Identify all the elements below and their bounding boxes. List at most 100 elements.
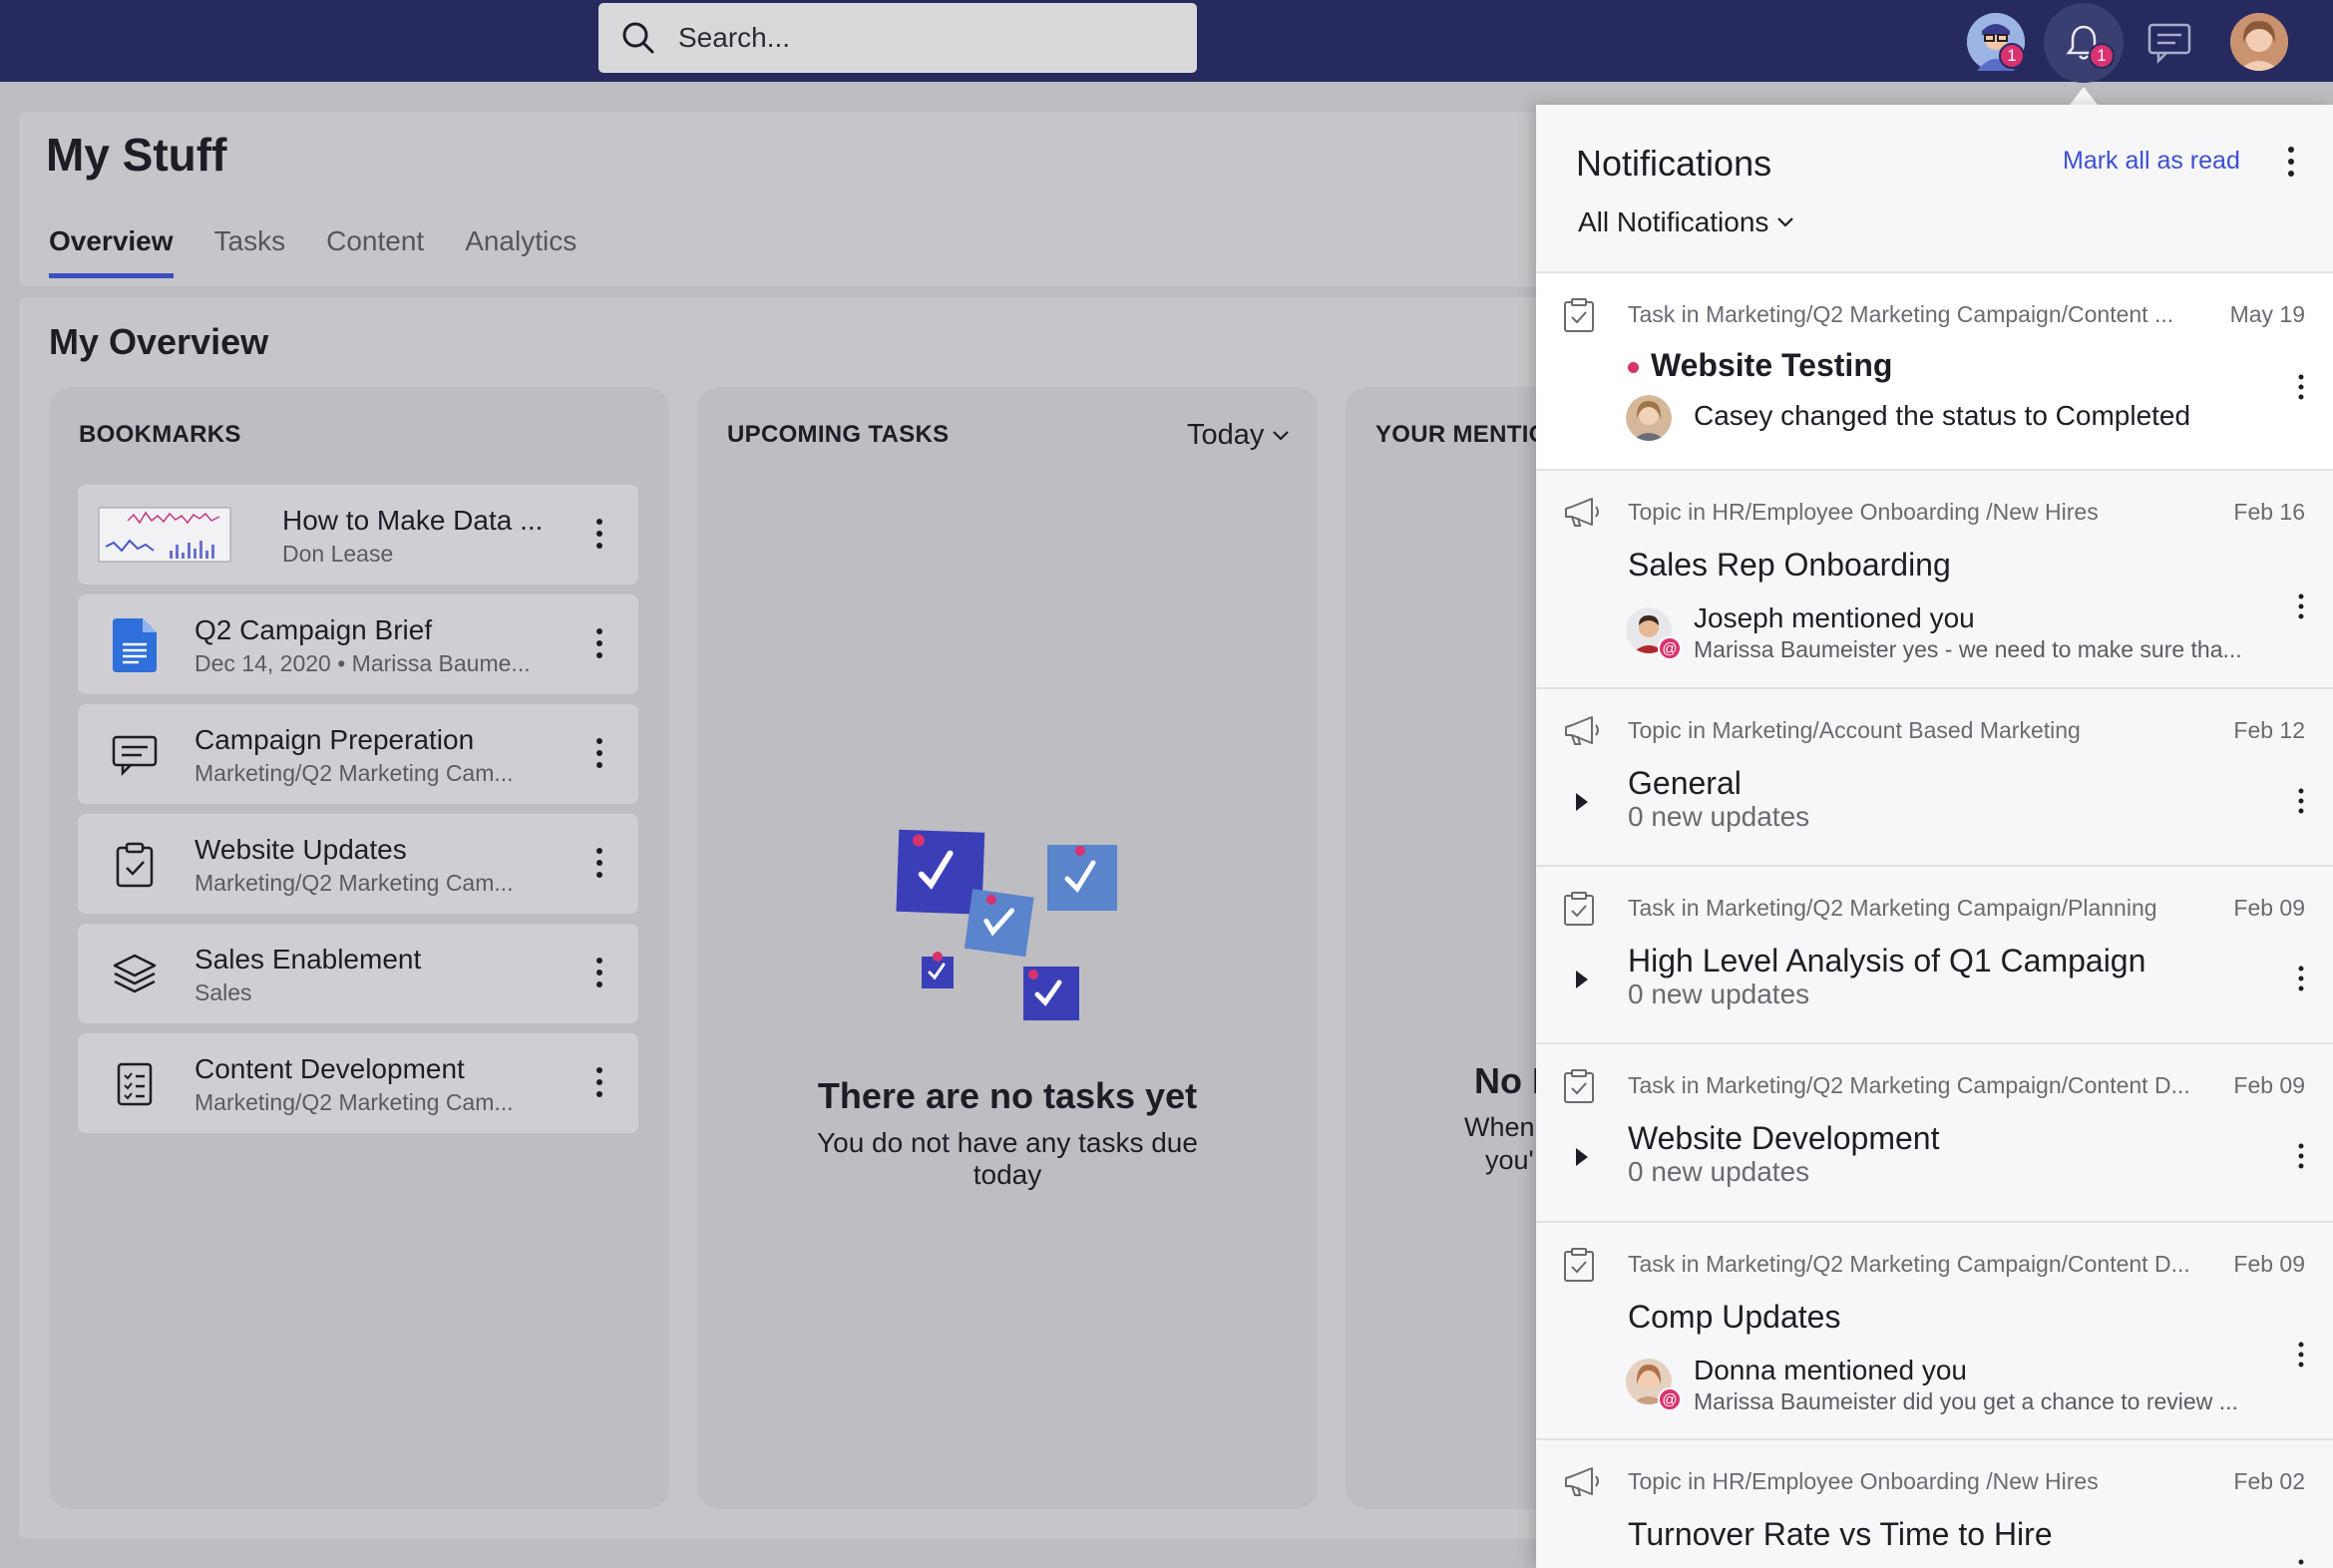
chart-thumbnail-icon bbox=[98, 507, 231, 563]
search-box[interactable]: Search... bbox=[598, 3, 1197, 73]
mentions-empty-title: No I bbox=[1474, 1060, 1542, 1101]
notification-title: General bbox=[1628, 765, 1742, 801]
more-vertical-icon[interactable] bbox=[2297, 1341, 2305, 1369]
mark-all-read-link[interactable]: Mark all as read bbox=[2063, 147, 2240, 176]
messages-icon[interactable] bbox=[2146, 20, 2192, 66]
upcoming-tasks-title: UPCOMING TASKS bbox=[727, 421, 950, 448]
tab-overview[interactable]: Overview bbox=[49, 225, 174, 278]
bookmark-title: Q2 Campaign Brief bbox=[194, 614, 433, 645]
tasks-empty-subtitle: You do not have any tasks due today bbox=[817, 1127, 1198, 1190]
bookmark-title: Website Updates bbox=[194, 834, 407, 865]
notification-path: Task in Marketing/Q2 Marketing Campaign/… bbox=[1628, 301, 2174, 327]
notification-title: Sales Rep Onboarding bbox=[1628, 547, 1951, 583]
more-vertical-icon[interactable] bbox=[594, 626, 604, 660]
bell-badge: 1 bbox=[2089, 43, 2115, 69]
page-tabs: Overview Tasks Content Analytics bbox=[49, 225, 617, 278]
tab-analytics[interactable]: Analytics bbox=[465, 225, 577, 257]
clipboard-check-icon bbox=[110, 840, 160, 890]
megaphone-icon bbox=[1565, 498, 1599, 527]
tasks-filter-dropdown[interactable]: Today bbox=[1187, 419, 1290, 452]
notification-detail: Joseph mentioned you bbox=[1694, 602, 1975, 633]
layers-icon bbox=[110, 950, 160, 999]
notification-date: Feb 09 bbox=[2233, 1251, 2305, 1277]
notification-path: Topic in HR/Employee Onboarding /New Hir… bbox=[1628, 1468, 2099, 1494]
bookmark-item[interactable]: Content Development Marketing/Q2 Marketi… bbox=[78, 1033, 638, 1133]
tasks-filter-label: Today bbox=[1187, 419, 1265, 451]
expand-arrow-icon[interactable] bbox=[1576, 793, 1588, 811]
bookmark-subtitle: Don Lease bbox=[282, 541, 394, 567]
notification-item[interactable]: Task in Marketing/Q2 Marketing Campaign/… bbox=[1536, 1042, 2333, 1221]
bookmark-title: Campaign Preperation bbox=[194, 724, 475, 755]
notification-date: Feb 09 bbox=[2233, 895, 2305, 921]
notification-updates: 0 new updates bbox=[1628, 1156, 1810, 1187]
notification-date: Feb 02 bbox=[2233, 1468, 2305, 1494]
more-vertical-icon[interactable] bbox=[594, 956, 604, 989]
notification-date: May 19 bbox=[2229, 301, 2305, 327]
task-icon bbox=[1564, 892, 1594, 926]
bookmark-subtitle: Marketing/Q2 Marketing Cam... bbox=[194, 1089, 514, 1115]
page-header bbox=[19, 112, 1575, 286]
notification-item[interactable]: Task in Marketing/Q2 Marketing Campaign/… bbox=[1536, 865, 2333, 1042]
notifications-button[interactable]: 1 bbox=[2044, 3, 2124, 83]
more-vertical-icon[interactable] bbox=[2297, 1558, 2305, 1568]
notification-updates: 0 new updates bbox=[1628, 801, 1810, 832]
bookmark-title: Content Development bbox=[194, 1053, 465, 1084]
notifications-filter-dropdown[interactable]: All Notifications bbox=[1578, 206, 1794, 238]
notification-item[interactable]: Topic in HR/Employee Onboarding /New Hir… bbox=[1536, 1438, 2333, 1568]
more-vertical-icon[interactable] bbox=[2297, 965, 2305, 992]
notifications-title: Notifications bbox=[1576, 143, 1772, 184]
mentions-empty-line2: you' bbox=[1485, 1145, 1534, 1175]
notification-date: Feb 09 bbox=[2233, 1072, 2305, 1098]
notification-date: Feb 16 bbox=[2233, 499, 2305, 525]
chevron-down-icon bbox=[1273, 430, 1290, 441]
bookmark-item[interactable]: Website Updates Marketing/Q2 Marketing C… bbox=[78, 814, 638, 914]
checklist-icon bbox=[110, 1059, 160, 1109]
notification-updates: 0 new updates bbox=[1628, 979, 1810, 1009]
more-vertical-icon[interactable] bbox=[2297, 1142, 2305, 1170]
notification-item[interactable]: Topic in HR/Employee Onboarding /New Hir… bbox=[1536, 469, 2333, 687]
notification-item[interactable]: Task in Marketing/Q2 Marketing Campaign/… bbox=[1536, 271, 2333, 469]
search-icon bbox=[622, 22, 654, 54]
top-bar: Search... 1 1 bbox=[0, 0, 2333, 83]
notifications-panel: Notifications Mark all as read All Notif… bbox=[1536, 105, 2333, 1568]
notification-detail: Casey changed the status to Completed bbox=[1694, 400, 2191, 431]
more-vertical-icon[interactable] bbox=[594, 846, 604, 880]
megaphone-icon bbox=[1565, 716, 1599, 745]
notifications-filter-label: All Notifications bbox=[1578, 206, 1769, 237]
more-vertical-icon[interactable] bbox=[2297, 373, 2305, 401]
more-vertical-icon[interactable] bbox=[594, 517, 604, 551]
bookmark-item[interactable]: Sales Enablement Sales bbox=[78, 924, 638, 1023]
notification-item[interactable]: Topic in Marketing/Account Based Marketi… bbox=[1536, 687, 2333, 865]
expand-arrow-icon[interactable] bbox=[1576, 971, 1588, 988]
sticky-notes-illustration bbox=[896, 829, 1117, 1020]
bookmark-item[interactable]: Q2 Campaign Brief Dec 14, 2020 • Marissa… bbox=[78, 594, 638, 694]
more-vertical-icon[interactable] bbox=[2286, 145, 2296, 179]
more-vertical-icon[interactable] bbox=[2297, 592, 2305, 620]
more-vertical-icon[interactable] bbox=[594, 1065, 604, 1099]
more-vertical-icon[interactable] bbox=[2297, 787, 2305, 815]
expand-arrow-icon[interactable] bbox=[1576, 1148, 1588, 1166]
bookmark-title: Sales Enablement bbox=[194, 944, 422, 975]
mention-badge-icon: @ bbox=[1658, 1387, 1682, 1411]
notification-path: Topic in HR/Employee Onboarding /New Hir… bbox=[1628, 499, 2099, 525]
notification-date: Feb 12 bbox=[2233, 717, 2305, 743]
profile-avatar-button[interactable]: 1 bbox=[1967, 13, 2025, 71]
tab-tasks[interactable]: Tasks bbox=[214, 225, 286, 257]
tasks-empty-title: There are no tasks yet bbox=[817, 1075, 1198, 1116]
tab-content[interactable]: Content bbox=[326, 225, 424, 257]
notification-item[interactable]: Task in Marketing/Q2 Marketing Campaign/… bbox=[1536, 1221, 2333, 1438]
notification-path: Task in Marketing/Q2 Marketing Campaign/… bbox=[1628, 895, 2157, 921]
bookmark-item[interactable]: Campaign Preperation Marketing/Q2 Market… bbox=[78, 704, 638, 804]
more-vertical-icon[interactable] bbox=[594, 736, 604, 770]
task-icon bbox=[1564, 1248, 1594, 1282]
unread-dot bbox=[1628, 362, 1639, 373]
bookmark-title: How to Make Data ... bbox=[282, 505, 544, 536]
notification-title: High Level Analysis of Q1 Campaign bbox=[1628, 943, 2146, 979]
bookmark-subtitle: Marketing/Q2 Marketing Cam... bbox=[194, 870, 514, 896]
notification-title: Comp Updates bbox=[1628, 1299, 1841, 1335]
bookmark-item[interactable]: How to Make Data ... Don Lease bbox=[78, 485, 638, 585]
user-avatar-button[interactable] bbox=[2230, 13, 2288, 71]
task-icon bbox=[1564, 1069, 1594, 1103]
notification-title: Website Testing bbox=[1651, 347, 1893, 383]
search-placeholder: Search... bbox=[678, 22, 791, 53]
